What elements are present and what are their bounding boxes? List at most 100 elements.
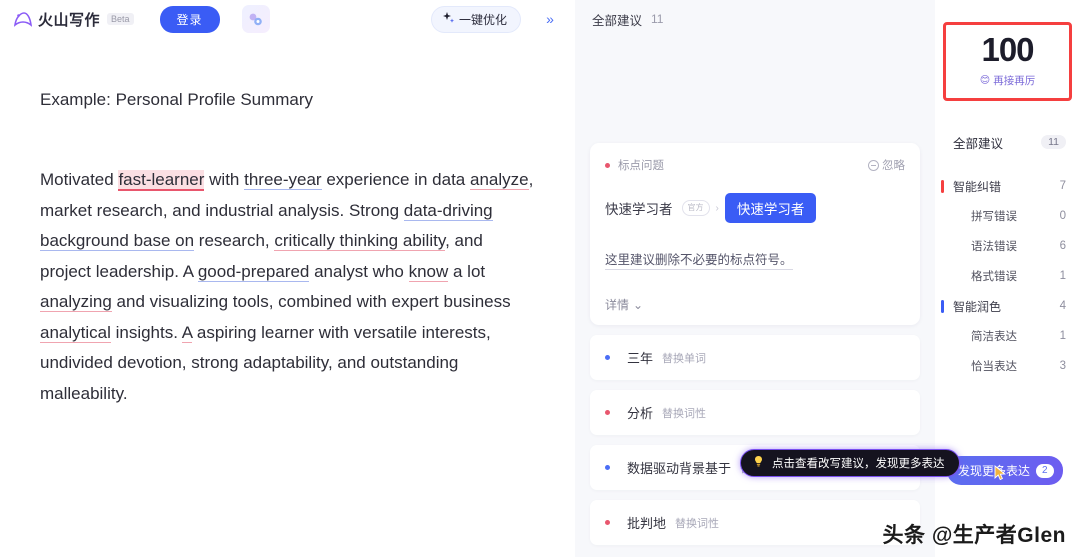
sidebar-item-count: 4 <box>1059 300 1066 312</box>
document-title: Example: Personal Profile Summary <box>40 90 314 109</box>
suggestion-action: 替换词性 <box>662 407 707 420</box>
sidebar-item-count: 1 <box>1059 270 1066 282</box>
sidebar-item-count: 1 <box>1059 330 1066 342</box>
document-paragraph[interactable]: Motivated fast-learner with three-year e… <box>40 165 537 409</box>
suggestion-list-item[interactable]: 三年 替换单词 <box>590 335 920 380</box>
doc-flagged-text[interactable]: A <box>181 322 193 343</box>
details-toggle[interactable]: 详情 ⌄ <box>605 296 905 313</box>
severity-dot-icon <box>605 520 610 525</box>
sidebar-item-count: 11 <box>1041 135 1066 149</box>
score-value-wrap: 100 <box>946 33 1069 67</box>
login-button[interactable]: 登录 <box>159 5 220 33</box>
suggestions-header-label: 全部建议 <box>592 13 643 28</box>
severity-dot-icon <box>605 465 610 470</box>
ignore-button[interactable]: 忽略 <box>868 157 905 173</box>
severity-dot-icon <box>605 410 610 415</box>
doc-text: with <box>204 170 245 189</box>
sidebar-item-count: 3 <box>1059 360 1066 372</box>
details-label: 详情 <box>605 298 630 312</box>
doc-text: analyst who <box>309 261 409 281</box>
suggestion-word: 批判地 <box>627 516 667 531</box>
sidebar-item-3[interactable]: 格式错误 1 <box>935 261 1080 291</box>
suggestion-action: 替换词性 <box>675 517 720 530</box>
official-pill: 官方 <box>681 200 710 216</box>
editor-column: 火山写作 Beta 登录 一键优化 » Example: Personal Pr… <box>0 0 575 557</box>
ai-wand-icon[interactable] <box>241 5 270 33</box>
sidebar-item-6[interactable]: 恰当表达 3 <box>935 351 1080 381</box>
sparkle-icon <box>442 11 455 27</box>
sidebar-item-count: 6 <box>1059 240 1066 252</box>
doc-flagged-text[interactable]: three-year <box>244 170 322 190</box>
category-color-bar <box>941 299 944 313</box>
doc-text: a lot <box>448 261 486 281</box>
sidebar-item-label: 简洁表达 <box>971 331 1017 343</box>
sidebar-category-list: 全部建议 11 智能纠错 7 拼写错误 0 语法错误 6 格式错误 1 智能润色 4 简洁表达 1 恰当… <box>935 127 1080 381</box>
sidebar-item-all-suggestions[interactable]: 全部建议 11 <box>935 127 1080 157</box>
suggestions-list: 标点问题 忽略 快速学习者 官方 › 快速学习者 这里建议删除不必要的标点符号。… <box>575 38 935 557</box>
sidebar-item-label: 全部建议 <box>953 136 1004 151</box>
volcano-logo-icon <box>12 8 34 30</box>
suggestion-card-header: 标点问题 忽略 <box>605 157 905 173</box>
doc-flagged-text[interactable]: good-prepared <box>197 261 310 282</box>
sidebar-item-count: 0 <box>1059 210 1066 222</box>
sidebar-item-1[interactable]: 拼写错误 0 <box>935 201 1080 231</box>
score-caption-row: 😊 再接再厉 <box>946 73 1069 88</box>
sidebar-item-0[interactable]: 智能纠错 7 <box>935 171 1080 201</box>
app-root: 火山写作 Beta 登录 一键优化 » Example: Personal Pr… <box>0 0 1080 557</box>
top-toolbar: 火山写作 Beta 登录 一键优化 » <box>0 0 575 38</box>
sidebar-item-label: 智能润色 <box>953 299 1002 314</box>
collapse-panel-icon[interactable]: » <box>537 6 563 32</box>
suggestion-fix-row: 快速学习者 官方 › 快速学习者 <box>605 193 905 223</box>
doc-flagged-text[interactable]: analytical <box>40 322 111 343</box>
apply-replacement-button[interactable]: 快速学习者 <box>724 193 817 223</box>
doc-text: research, <box>194 231 275 250</box>
suggestion-list-item[interactable]: 分析 替换词性 <box>590 390 920 435</box>
suggestion-word: 分析 <box>627 406 654 421</box>
sidebar-item-4[interactable]: 智能润色 4 <box>935 291 1080 321</box>
suggestion-explanation: 这里建议删除不必要的标点符号。 <box>605 249 793 270</box>
tooltip-text: 点击查看改写建议，发现更多表达 <box>772 458 945 470</box>
lightbulb-icon <box>752 455 765 471</box>
suggestion-mini-items: 三年替换单词分析替换词性数据驱动背景基于替换批判地替换词性 <box>590 335 920 545</box>
category-color-bar <box>941 179 944 193</box>
score-caption: 再接再厉 <box>993 75 1036 87</box>
beta-tag: Beta <box>107 13 134 25</box>
doc-flagged-text[interactable]: analyzing <box>40 292 112 312</box>
sidebar-item-label: 智能纠错 <box>953 179 1002 194</box>
brand-logo[interactable]: 火山写作 Beta <box>12 8 134 30</box>
hint-tooltip: 点击查看改写建议，发现更多表达 <box>740 449 960 477</box>
suggestions-header: 全部建议 11 <box>575 0 935 38</box>
sidebar-item-2[interactable]: 语法错误 6 <box>935 231 1080 261</box>
doc-flagged-text[interactable]: critically thinking ability <box>274 231 446 251</box>
doc-text: and visualizing tools, combined with exp… <box>111 292 511 311</box>
suggestion-card[interactable]: 标点问题 忽略 快速学习者 官方 › 快速学习者 这里建议删除不必要的标点符号。… <box>590 143 920 325</box>
chevron-down-icon: ⌄ <box>633 297 644 312</box>
suggestion-action: 替换单词 <box>662 352 707 365</box>
score-value: 100 <box>978 31 1037 68</box>
sidebar-item-5[interactable]: 简洁表达 1 <box>935 321 1080 351</box>
suggestion-word: 数据驱动背景基于 <box>627 461 732 476</box>
sidebar-item-label: 拼写错误 <box>971 211 1017 223</box>
sidebar-item-label: 格式错误 <box>971 271 1017 283</box>
document-editor[interactable]: Example: Personal Profile Summary Motiva… <box>0 38 575 557</box>
doc-text: insights. <box>110 322 182 342</box>
suggestion-type-label: 标点问题 <box>618 160 664 172</box>
original-text: 快速学习者 <box>605 202 673 217</box>
severity-dot-icon <box>605 355 610 360</box>
severity-dot-icon <box>605 162 610 168</box>
smile-emoji-icon: 😊 <box>979 75 991 86</box>
doc-text: experience in data <box>321 170 470 189</box>
minus-circle-icon <box>868 159 879 171</box>
doc-flagged-text[interactable]: analyze <box>469 170 529 190</box>
one-click-optimize-button[interactable]: 一键优化 <box>430 5 521 33</box>
suggestion-word: 三年 <box>627 351 654 366</box>
sidebar-rows: 智能纠错 7 拼写错误 0 语法错误 6 格式错误 1 智能润色 4 简洁表达 1 恰当表达 3 <box>935 171 1080 381</box>
suggestion-list-item[interactable]: 批判地 替换词性 <box>590 500 920 545</box>
doc-flagged-text[interactable]: know <box>408 261 449 282</box>
score-box: 100 😊 再接再厉 <box>943 22 1072 101</box>
sidebar-item-count: 7 <box>1059 180 1066 192</box>
sidebar-column: 100 😊 再接再厉 全部建议 11 智能纠错 7 拼写错误 0 语法错误 6 格式错误 1 智… <box>935 0 1080 557</box>
suggestions-header-count: 11 <box>651 12 664 26</box>
brand-name: 火山写作 <box>38 11 101 29</box>
doc-flagged-text[interactable]: fast-learner <box>118 170 205 191</box>
